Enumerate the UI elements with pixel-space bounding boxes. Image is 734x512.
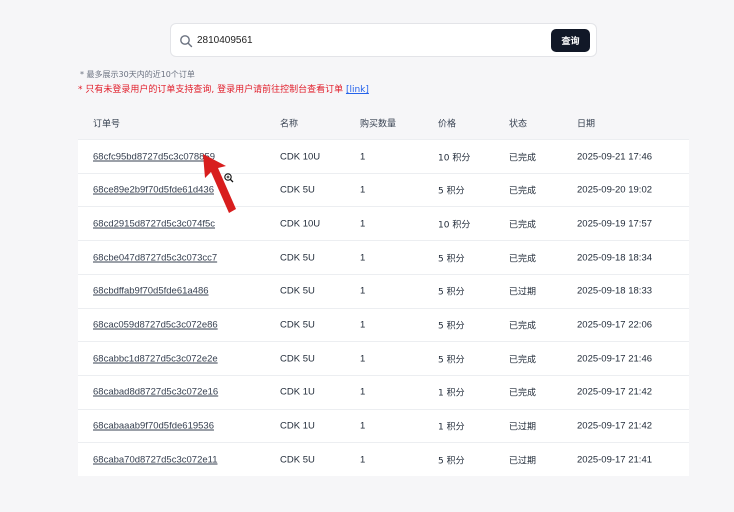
status: 已过期	[509, 456, 537, 467]
price: 5 积分	[438, 321, 465, 332]
product-name: CDK 1U	[280, 420, 315, 432]
quantity: 1	[360, 218, 366, 230]
quantity: 1	[360, 319, 366, 331]
order-id-link[interactable]: 68cd2915d8727d5c3c074f5c	[93, 218, 215, 229]
quantity: 1	[360, 252, 366, 264]
table-header: 订单号 名称 购买数量 价格 状态 日期	[78, 107, 689, 139]
status: 已过期	[509, 422, 537, 433]
search-box: 查询	[170, 23, 597, 57]
table-row: 68caba70d8727d5c3c072e11 CDK 5U 1 5 积分 已过期 20…	[78, 442, 689, 476]
order-id-link[interactable]: 68cbdffab9f70d5fde61a486	[93, 286, 209, 297]
price: 5 积分	[438, 456, 465, 467]
date: 2025-09-17 21:41	[577, 454, 653, 466]
product-name: CDK 10U	[280, 151, 321, 162]
header-status: 状态	[509, 119, 528, 130]
table-row: 68cfc95bd8727d5c3c078859 CDK 10U 1 10 积分 已完成…	[78, 139, 689, 173]
quantity: 1	[360, 151, 366, 162]
status: 已完成	[509, 321, 537, 332]
order-limit-note: * 最多展示30天内的近10个订单	[80, 70, 195, 79]
search-input[interactable]	[197, 29, 547, 51]
login-warning-text: * 只有未登录用户的订单支持查询, 登录用户请前往控制台查看订单	[78, 85, 344, 95]
quantity: 1	[360, 420, 366, 432]
table-row: 68ce89e2b9f70d5fde61d436 CDK 5U 1 5 积分 已完成 20…	[78, 172, 689, 207]
login-warning-note: * 只有未登录用户的订单支持查询, 登录用户请前往控制台查看订单 [link]	[78, 82, 369, 95]
date: 2025-09-18 18:33	[577, 285, 653, 297]
search-icon	[180, 35, 193, 48]
price: 5 积分	[438, 254, 465, 265]
table-row: 68cabbc1d8727d5c3c072e2e CDK 5U 1 5 积分 已完成 20…	[78, 341, 689, 375]
price: 5 积分	[438, 287, 465, 298]
date: 2025-09-19 17:57	[577, 218, 653, 230]
product-name: CDK 5U	[280, 454, 315, 466]
product-name: CDK 1U	[280, 386, 315, 398]
price: 10 积分	[438, 153, 471, 163]
quantity: 1	[360, 184, 366, 196]
search-button[interactable]: 查询	[551, 29, 590, 52]
table-row: 68cbdffab9f70d5fde61a486 CDK 5U 1 5 积分 已过期 20…	[78, 273, 689, 308]
date: 2025-09-17 21:46	[577, 353, 653, 365]
table-row: 68cabaaab9f70d5fde619536 CDK 1U 1 1 积分 已过期 20…	[78, 408, 689, 443]
order-id-link[interactable]: 68cabaaab9f70d5fde619536	[93, 421, 214, 432]
order-id-link[interactable]: 68cac059d8727d5c3c072e86	[93, 320, 218, 331]
price: 5 积分	[438, 186, 465, 197]
quantity: 1	[360, 285, 366, 297]
product-name: CDK 5U	[280, 353, 315, 365]
order-id-link[interactable]: 68cbe047d8727d5c3c073cc7	[93, 252, 217, 263]
date: 2025-09-18 18:34	[577, 252, 653, 264]
product-name: CDK 5U	[280, 252, 315, 264]
console-link[interactable]: [link]	[346, 85, 369, 95]
table-row: 68cabad8d8727d5c3c072e16 CDK 1U 1 1 积分 已完成 20…	[78, 374, 689, 409]
quantity: 1	[360, 353, 366, 365]
product-name: CDK 10U	[280, 218, 321, 230]
order-id-link[interactable]: 68caba70d8727d5c3c072e11	[93, 454, 218, 465]
date: 2025-09-17 21:42	[577, 420, 653, 432]
status: 已完成	[509, 388, 537, 399]
date: 2025-09-17 22:06	[577, 319, 653, 331]
product-name: CDK 5U	[280, 319, 315, 331]
status: 已完成	[509, 355, 537, 366]
orders-table: 订单号 名称 购买数量 价格 状态 日期 68cfc95bd8727d5c3c0…	[78, 107, 689, 476]
table-row: 68cac059d8727d5c3c072e86 CDK 5U 1 5 积分 已完成 20…	[78, 307, 689, 342]
table-row: 68cbe047d8727d5c3c073cc7 CDK 5U 1 5 积分 已完成 20…	[78, 240, 689, 274]
header-quantity: 购买数量	[360, 119, 397, 130]
status: 已完成	[509, 186, 537, 197]
price: 1 积分	[438, 388, 465, 399]
order-id-link[interactable]: 68cabbc1d8727d5c3c072e2e	[93, 353, 218, 364]
status: 已完成	[509, 153, 537, 163]
annotation-arrow-icon	[203, 154, 236, 213]
status: 已完成	[509, 254, 537, 265]
order-id-link[interactable]: 68cabad8d8727d5c3c072e16	[93, 387, 218, 398]
date: 2025-09-20 19:02	[577, 184, 653, 196]
header-price: 价格	[438, 119, 457, 130]
quantity: 1	[360, 386, 366, 398]
date: 2025-09-17 21:42	[577, 386, 653, 398]
status: 已完成	[509, 220, 537, 231]
header-order-id: 订单号	[93, 119, 121, 130]
price: 5 积分	[438, 355, 465, 366]
quantity: 1	[360, 454, 366, 466]
table-row: 68cd2915d8727d5c3c074f5c CDK 10U 1 10 积分 已完成…	[78, 206, 689, 240]
price: 1 积分	[438, 422, 465, 433]
date: 2025-09-21 17:46	[577, 151, 653, 162]
status: 已过期	[509, 287, 537, 298]
header-name: 名称	[280, 119, 299, 130]
product-name: CDK 5U	[280, 184, 315, 196]
price: 10 积分	[438, 220, 471, 231]
header-date: 日期	[577, 119, 596, 130]
product-name: CDK 5U	[280, 285, 315, 297]
